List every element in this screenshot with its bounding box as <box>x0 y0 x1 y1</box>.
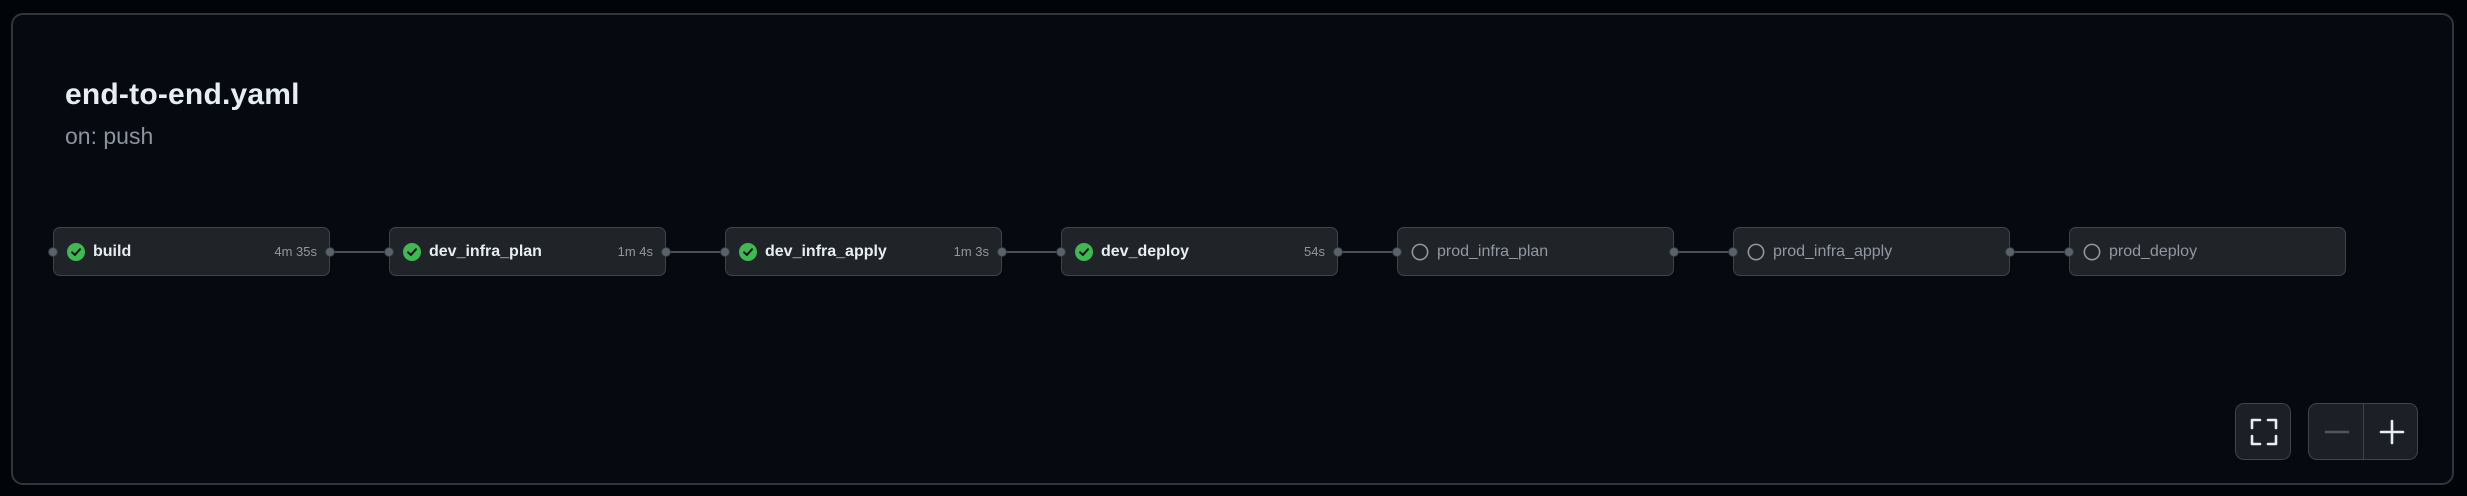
output-port <box>1669 247 1679 257</box>
job-name: dev_infra_plan <box>429 243 542 260</box>
output-port <box>325 247 335 257</box>
output-port <box>661 247 671 257</box>
job-duration: 54s <box>1304 244 1325 259</box>
job-duration: 1m 4s <box>617 244 653 259</box>
zoom-out-button[interactable] <box>2309 404 2364 459</box>
input-port <box>48 247 58 257</box>
job-connector <box>665 251 721 253</box>
job-card-dev-deploy[interactable]: dev_deploy 54s <box>1056 227 1343 276</box>
minus-icon <box>2324 430 2349 433</box>
job-connector <box>2009 251 2065 253</box>
job-name: dev_deploy <box>1101 243 1190 260</box>
output-port <box>997 247 1007 257</box>
fullscreen-icon <box>2250 418 2277 445</box>
job-card-prod-deploy[interactable]: prod_deploy <box>2064 227 2346 276</box>
job-name: dev_infra_apply <box>765 243 887 260</box>
input-port <box>1728 247 1738 257</box>
zoom-in-button[interactable] <box>2364 404 2419 459</box>
fullscreen-button[interactable] <box>2236 404 2291 459</box>
workflow-title: end-to-end.yaml <box>65 78 300 111</box>
pending-circle-icon <box>1747 243 1765 261</box>
job-name: build <box>93 243 132 260</box>
pending-circle-icon <box>2083 243 2101 261</box>
job-card-dev-infra-apply[interactable]: dev_infra_apply 1m 3s <box>720 227 1007 276</box>
input-port <box>1056 247 1066 257</box>
success-check-icon <box>739 243 757 261</box>
input-port <box>2064 247 2074 257</box>
job-duration: 1m 3s <box>953 244 989 259</box>
output-port <box>2005 247 2015 257</box>
input-port <box>1392 247 1402 257</box>
job-name: prod_infra_apply <box>1773 243 1893 260</box>
job-connector <box>1337 251 1393 253</box>
success-check-icon <box>1075 243 1093 261</box>
job-card-prod-infra-plan[interactable]: prod_infra_plan <box>1392 227 1679 276</box>
job-connector <box>1673 251 1729 253</box>
input-port <box>384 247 394 257</box>
success-check-icon <box>67 243 85 261</box>
job-card-build[interactable]: build 4m 35s <box>48 227 335 276</box>
output-port <box>1333 247 1343 257</box>
zoom-controls <box>2308 403 2418 460</box>
job-duration: 4m 35s <box>274 244 317 259</box>
job-name: prod_infra_plan <box>1437 243 1549 260</box>
job-name: prod_deploy <box>2109 243 2198 260</box>
pending-circle-icon <box>1411 243 1429 261</box>
success-check-icon <box>403 243 421 261</box>
job-connector <box>1001 251 1057 253</box>
plus-icon <box>2379 419 2404 444</box>
job-card-prod-infra-apply[interactable]: prod_infra_apply <box>1728 227 2015 276</box>
workflow-graph-panel: end-to-end.yaml on: push build 4m 35s de… <box>11 13 2454 485</box>
fullscreen-control <box>2235 403 2291 460</box>
input-port <box>720 247 730 257</box>
job-card-dev-infra-plan[interactable]: dev_infra_plan 1m 4s <box>384 227 671 276</box>
workflow-trigger: on: push <box>65 123 154 149</box>
job-connector <box>329 251 385 253</box>
